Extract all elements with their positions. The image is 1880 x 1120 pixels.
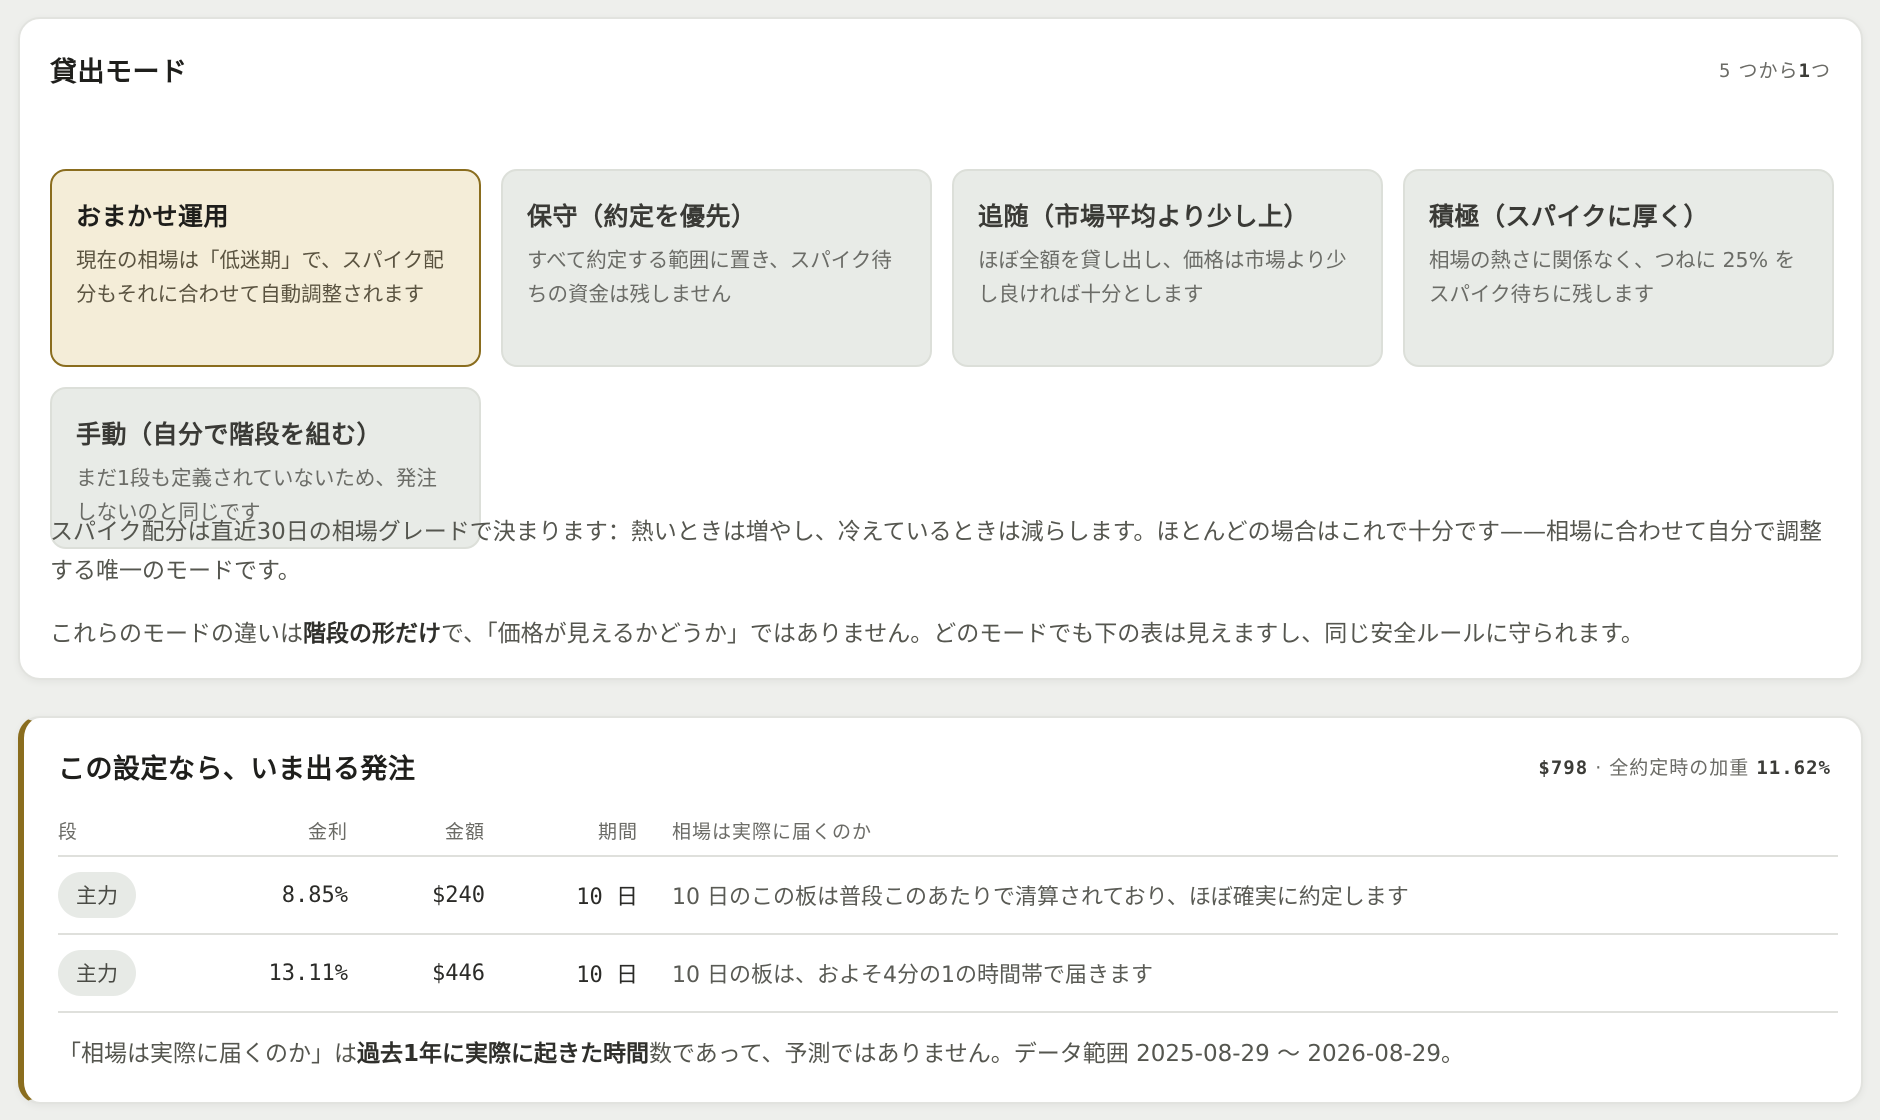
- mode-difference-note: これらのモードの違いは階段の形だけで、「価格が見えるかどうか」ではありません。ど…: [50, 615, 1840, 654]
- mode-option-title: 追随（市場平均より少し上）: [978, 202, 1310, 231]
- col-rate: 金利: [208, 806, 348, 857]
- table-header-row: 段 金利 金額 期間 相場は実際に届くのか: [58, 806, 1838, 857]
- summary-amount: $798: [1538, 756, 1589, 779]
- row-rate: 8.85%: [208, 856, 348, 935]
- mode-option-title: 積極（スパイクに厚く）: [1429, 202, 1710, 231]
- mode-option-title: 手動（自分で階段を組む）: [76, 420, 383, 449]
- lending-mode-card: 貸出モード 5 つから1つ おまかせ運用 現在の相場は「低迷期」で、スパイク配分…: [18, 17, 1863, 680]
- tier-badge: 主力: [58, 872, 136, 918]
- mode-option-aggressive[interactable]: 積極（スパイクに厚く） 相場の熱さに関係なく、つねに 25% をスパイク待ちに残…: [1403, 169, 1834, 367]
- mode-counter: 5 つから1つ: [1719, 56, 1831, 83]
- col-tier: 段: [58, 806, 208, 857]
- row-period: 10 日: [485, 856, 638, 935]
- lending-mode-header: 貸出モード 5 つから1つ: [50, 51, 1831, 88]
- mode-note-bold: 階段の形だけ: [303, 621, 441, 647]
- disclaimer-bold: 過去1年に実際に起きた時間: [357, 1041, 650, 1067]
- mode-option-desc: 現在の相場は「低迷期」で、スパイク配分もそれに合わせて自動調整されます: [76, 248, 444, 306]
- orders-preview-card: この設定なら、いま出る発注 $798 · 全約定時の加重 11.62% 段 金利…: [18, 716, 1863, 1104]
- summary-separator: ·: [1595, 756, 1603, 779]
- tier-badge: 主力: [58, 950, 136, 996]
- mode-note-post: で、「価格が見えるかどうか」ではありません。どのモードでも下の表は見えますし、同…: [441, 621, 1644, 647]
- orders-header: この設定なら、いま出る発注 $798 · 全約定時の加重 11.62%: [58, 748, 1831, 785]
- orders-summary: $798 · 全約定時の加重 11.62%: [1538, 753, 1831, 780]
- lending-mode-title: 貸出モード: [50, 56, 188, 88]
- orders-table: 段 金利 金額 期間 相場は実際に届くのか 主力 8.85% $240 10 日…: [58, 806, 1838, 1013]
- row-rate: 13.11%: [208, 934, 348, 1013]
- data-disclaimer: 「相場は実際に届くのか」は過去1年に実際に起きた時間数であって、予測ではありませ…: [58, 1036, 1838, 1072]
- mode-option-conservative[interactable]: 保守（約定を優先） すべて約定する範囲に置き、スパイク待ちの資金は残しません: [501, 169, 932, 367]
- mode-pick-count: 1: [1798, 59, 1811, 82]
- disclaimer-pre: 「相場は実際に届くのか」は: [58, 1041, 357, 1067]
- row-period: 10 日: [485, 934, 638, 1013]
- summary-rate: 11.62%: [1756, 756, 1831, 779]
- mode-option-auto[interactable]: おまかせ運用 現在の相場は「低迷期」で、スパイク配分もそれに合わせて自動調整され…: [50, 169, 481, 367]
- row-note: 10 日のこの板は普段このあたりで清算されており、ほぼ確実に約定します: [638, 856, 1838, 935]
- mode-count: 5: [1719, 59, 1732, 82]
- row-amount: $240: [348, 856, 485, 935]
- mode-option-follow[interactable]: 追随（市場平均より少し上） ほぼ全額を貸し出し、価格は市場より少し良ければ十分と…: [952, 169, 1383, 367]
- mode-options: おまかせ運用 現在の相場は「低迷期」で、スパイク配分もそれに合わせて自動調整され…: [50, 169, 1834, 549]
- mode-option-desc: 相場の熱さに関係なく、つねに 25% をスパイク待ちに残します: [1429, 248, 1796, 306]
- orders-title: この設定なら、いま出る発注: [58, 753, 416, 785]
- col-amount: 金額: [348, 806, 485, 857]
- summary-label: 全約定時の加重: [1609, 756, 1750, 779]
- mode-option-title: 保守（約定を優先）: [527, 202, 757, 231]
- mode-note-pre: これらのモードの違いは: [50, 621, 303, 647]
- mode-option-desc: ほぼ全額を貸し出し、価格は市場より少し良ければ十分とします: [978, 248, 1347, 306]
- row-amount: $446: [348, 934, 485, 1013]
- row-note: 10 日の板は、およそ4分の1の時間帯で届きます: [638, 934, 1838, 1013]
- table-row: 主力 13.11% $446 10 日 10 日の板は、およそ4分の1の時間帯で…: [58, 934, 1838, 1013]
- disclaimer-post: 数であって、予測ではありません。データ範囲 2025-08-29 〜 2026-…: [649, 1041, 1465, 1067]
- mode-option-title: おまかせ運用: [76, 202, 230, 231]
- col-note: 相場は実際に届くのか: [638, 806, 1838, 857]
- spike-explanation: スパイク配分は直近30日の相場グレードで決まります：熱いときは増やし、冷えている…: [50, 519, 1822, 584]
- col-period: 期間: [485, 806, 638, 857]
- mode-option-desc: すべて約定する範囲に置き、スパイク待ちの資金は残しません: [527, 248, 892, 306]
- mode-count-text: つから: [1738, 59, 1799, 82]
- table-row: 主力 8.85% $240 10 日 10 日のこの板は普段このあたりで清算され…: [58, 856, 1838, 935]
- mode-count-suffix: つ: [1810, 59, 1831, 82]
